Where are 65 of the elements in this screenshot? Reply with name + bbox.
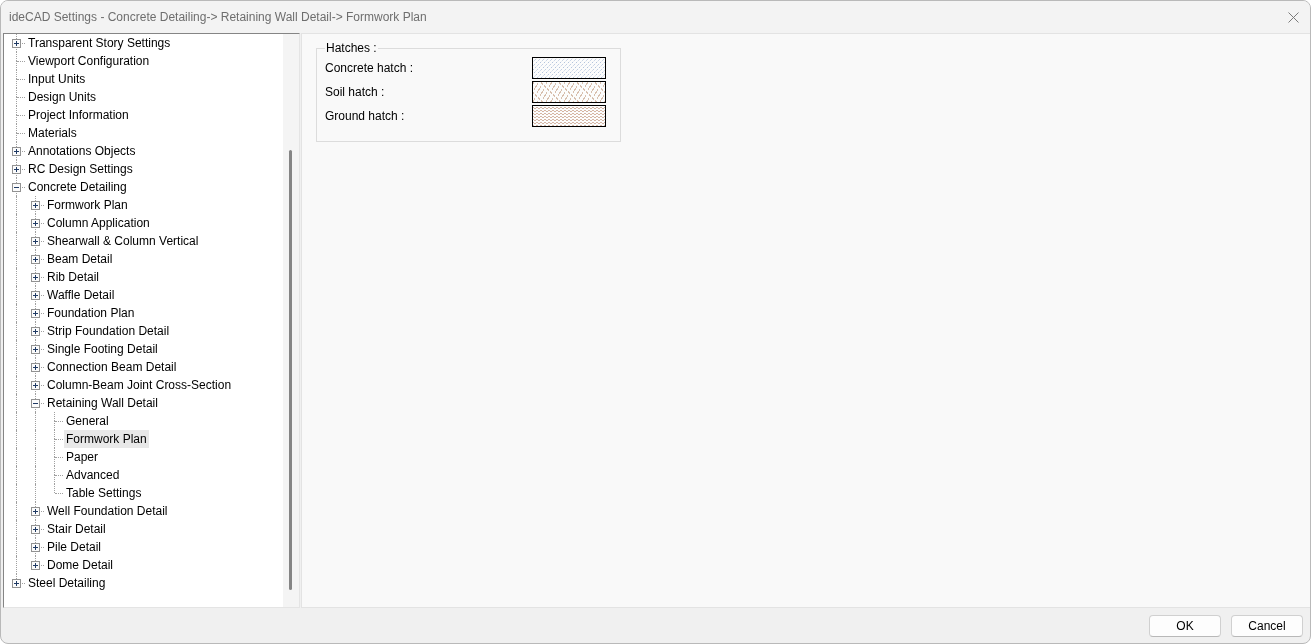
- tree-item[interactable]: Concrete Detailing: [26, 178, 129, 196]
- close-icon[interactable]: [1288, 11, 1299, 23]
- tree-item[interactable]: Input Units: [26, 70, 88, 88]
- expand-icon[interactable]: [31, 309, 40, 318]
- tree-item[interactable]: Shearwall & Column Vertical: [45, 232, 201, 250]
- expand-icon[interactable]: [31, 525, 40, 534]
- tree-item[interactable]: Design Units: [26, 88, 99, 106]
- expand-icon[interactable]: [31, 363, 40, 372]
- group-title: Hatches :: [325, 41, 378, 55]
- tree-item[interactable]: Rib Detail: [45, 268, 102, 286]
- tree-item[interactable]: RC Design Settings: [26, 160, 135, 178]
- scrollbar-thumb[interactable]: [289, 150, 292, 590]
- tree-item[interactable]: Foundation Plan: [45, 304, 137, 322]
- expand-icon[interactable]: [12, 147, 21, 156]
- expand-icon[interactable]: [31, 237, 40, 246]
- tree-item[interactable]: Waffle Detail: [45, 286, 117, 304]
- expand-icon[interactable]: [12, 39, 21, 48]
- hatch-swatch[interactable]: [532, 105, 606, 127]
- tree-item[interactable]: Annotations Objects: [26, 142, 138, 160]
- tree-item[interactable]: Dome Detail: [45, 556, 116, 574]
- tree-item[interactable]: Formwork Plan: [64, 430, 149, 448]
- hatch-label: Concrete hatch :: [325, 61, 415, 75]
- tree-item[interactable]: Transparent Story Settings: [26, 34, 173, 52]
- scrollbar[interactable]: [283, 34, 299, 607]
- hatch-swatch[interactable]: [532, 57, 606, 79]
- tree-item[interactable]: Steel Detailing: [26, 574, 108, 592]
- tree-item[interactable]: Formwork Plan: [45, 196, 130, 214]
- tree-item[interactable]: Project Information: [26, 106, 131, 124]
- tree-item[interactable]: Pile Detail: [45, 538, 104, 556]
- expand-icon[interactable]: [31, 345, 40, 354]
- window-title: ideCAD Settings - Concrete Detailing-> Retaining Wall Detail-> Formwork Plan: [9, 10, 427, 24]
- collapse-icon[interactable]: [31, 399, 40, 408]
- expand-icon[interactable]: [31, 291, 40, 300]
- tree-item[interactable]: Advanced: [64, 466, 122, 484]
- expand-icon[interactable]: [31, 201, 40, 210]
- tree-item[interactable]: Connection Beam Detail: [45, 358, 179, 376]
- expand-icon[interactable]: [12, 579, 21, 588]
- hatch-label: Soil hatch :: [325, 85, 386, 99]
- expand-icon[interactable]: [31, 255, 40, 264]
- tree-item[interactable]: Beam Detail: [45, 250, 115, 268]
- tree-item[interactable]: Stair Detail: [45, 520, 108, 538]
- collapse-icon[interactable]: [12, 183, 21, 192]
- tree-item[interactable]: Paper: [64, 448, 101, 466]
- hatch-label: Ground hatch :: [325, 109, 406, 123]
- expand-icon[interactable]: [31, 381, 40, 390]
- tree-item[interactable]: Column Application: [45, 214, 152, 232]
- tree-item[interactable]: Column-Beam Joint Cross-Section: [45, 376, 234, 394]
- tree-item[interactable]: Single Footing Detail: [45, 340, 160, 358]
- tree-item[interactable]: Strip Foundation Detail: [45, 322, 172, 340]
- expand-icon[interactable]: [31, 543, 40, 552]
- expand-icon[interactable]: [12, 165, 21, 174]
- tree-item[interactable]: Retaining Wall Detail: [45, 394, 160, 412]
- expand-icon[interactable]: [31, 561, 40, 570]
- tree-item[interactable]: Well Foundation Detail: [45, 502, 170, 520]
- expand-icon[interactable]: [31, 327, 40, 336]
- tree-item[interactable]: Viewport Configuration: [26, 52, 152, 70]
- expand-icon[interactable]: [31, 219, 40, 228]
- tree-item[interactable]: General: [64, 412, 111, 430]
- ok-button[interactable]: OK: [1149, 615, 1221, 637]
- tree-item[interactable]: Materials: [26, 124, 79, 142]
- expand-icon[interactable]: [31, 273, 40, 282]
- tree-item[interactable]: Table Settings: [64, 484, 144, 502]
- cancel-button[interactable]: Cancel: [1231, 615, 1303, 637]
- hatch-swatch[interactable]: [532, 81, 606, 103]
- expand-icon[interactable]: [31, 507, 40, 516]
